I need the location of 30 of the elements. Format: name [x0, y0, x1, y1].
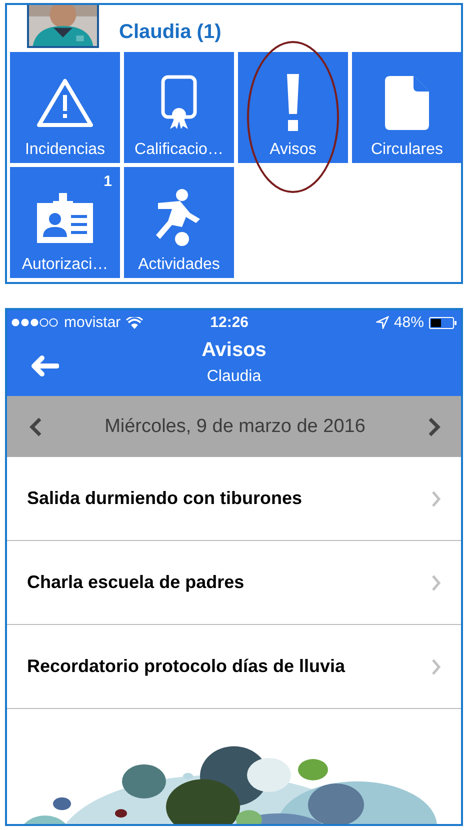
wifi-icon: [126, 316, 143, 328]
previous-day-button[interactable]: [29, 416, 43, 438]
menu-tile[interactable]: Calificacio…: [124, 52, 234, 163]
menu-tile[interactable]: Avisos: [238, 52, 348, 163]
id-card-icon: [37, 192, 93, 242]
signal-icon: [11, 318, 59, 327]
battery-percentage: 48%: [394, 314, 424, 331]
next-day-button[interactable]: [427, 416, 441, 438]
chevron-icon: [431, 490, 441, 508]
document-icon: [384, 74, 430, 130]
menu-tile[interactable]: Actividades: [124, 167, 234, 278]
carrier-name: movistar: [64, 314, 121, 331]
clock-time: 12:26: [210, 314, 249, 331]
screen-title: Avisos: [202, 339, 266, 362]
menu-tile[interactable]: Incidencias: [10, 52, 120, 163]
notification-count: 1: [104, 173, 112, 190]
chevron-icon: [431, 574, 441, 592]
location-icon: [376, 316, 389, 329]
date-label: Miércoles, 9 de marzo de 2016: [104, 416, 366, 438]
battery-icon: [429, 316, 457, 328]
exclamation-icon: [285, 74, 301, 132]
screen-subtitle: Claudia: [206, 368, 262, 386]
warning-icon: [37, 78, 93, 128]
menu-tile[interactable]: Circulares: [352, 52, 462, 163]
menu-tile[interactable]: Autorizaci… 1: [10, 167, 120, 278]
student-name: Claudia (1): [119, 21, 222, 44]
player-icon: [156, 188, 202, 246]
back-button[interactable]: [29, 354, 59, 376]
chevron-icon: [431, 658, 441, 676]
certificate-icon: [160, 74, 198, 130]
